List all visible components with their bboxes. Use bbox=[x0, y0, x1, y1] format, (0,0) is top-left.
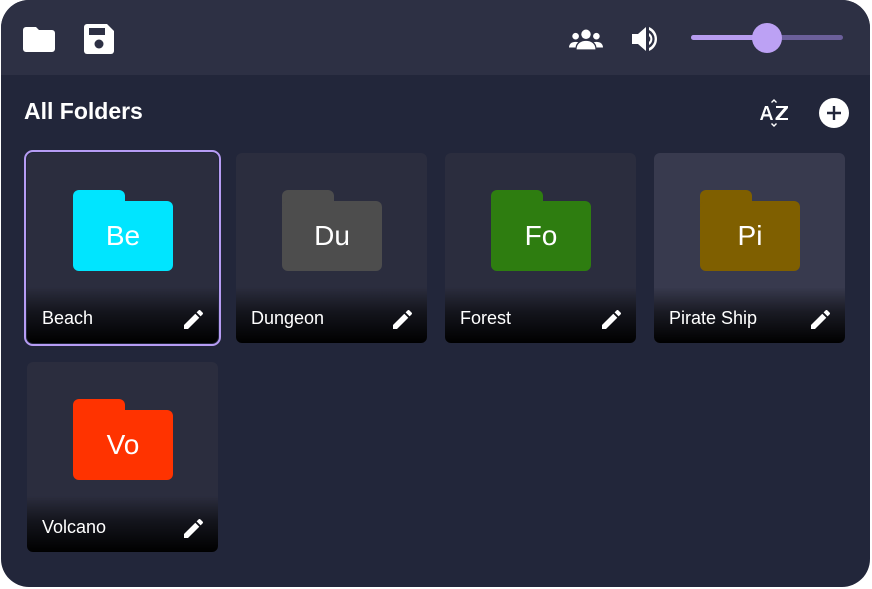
top-toolbar bbox=[1, 0, 870, 75]
save-button[interactable] bbox=[82, 22, 116, 56]
folder-abbreviation: Vo bbox=[73, 410, 173, 480]
volume-icon bbox=[632, 27, 657, 51]
edit-folder-button[interactable] bbox=[182, 308, 204, 330]
folder-icon: Pi bbox=[700, 190, 800, 271]
pencil-icon bbox=[183, 518, 203, 538]
volume-slider[interactable] bbox=[691, 22, 843, 54]
folder-card[interactable]: Pi Pirate Ship bbox=[654, 153, 845, 343]
folder-name: Forest bbox=[460, 308, 512, 328]
pencil-icon bbox=[601, 309, 621, 329]
folder-abbreviation: Be bbox=[73, 201, 173, 271]
save-icon bbox=[84, 24, 114, 54]
folder-name: Beach bbox=[42, 308, 94, 328]
sort-az-icon bbox=[760, 99, 788, 127]
add-circle-icon bbox=[819, 98, 849, 128]
pencil-icon bbox=[810, 309, 830, 329]
volume-button[interactable] bbox=[630, 22, 664, 56]
folder-name: Pirate Ship bbox=[669, 308, 758, 328]
players-button[interactable] bbox=[569, 22, 603, 56]
pencil-icon bbox=[183, 309, 203, 329]
folder-card[interactable]: Be Beach bbox=[24, 150, 221, 346]
add-folder-button[interactable] bbox=[817, 96, 851, 130]
folder-icon bbox=[23, 27, 55, 52]
edit-folder-button[interactable] bbox=[809, 308, 831, 330]
folder-abbreviation: Fo bbox=[491, 201, 591, 271]
pencil-icon bbox=[392, 309, 412, 329]
app-window: All Folders Be Beach Du Dungeon Fo Forest Pi Pi… bbox=[1, 0, 870, 587]
sort-button[interactable] bbox=[757, 96, 791, 130]
folder-icon: Fo bbox=[491, 190, 591, 271]
open-folder-button[interactable] bbox=[22, 22, 56, 56]
folder-name: Dungeon bbox=[251, 308, 325, 328]
folder-card[interactable]: Fo Forest bbox=[445, 153, 636, 343]
folder-icon: Du bbox=[282, 190, 382, 271]
folder-name: Volcano bbox=[42, 517, 107, 537]
section-title: All Folders bbox=[24, 98, 143, 124]
group-icon bbox=[569, 29, 603, 50]
edit-folder-button[interactable] bbox=[182, 517, 204, 539]
folder-card[interactable]: Du Dungeon bbox=[236, 153, 427, 343]
edit-folder-button[interactable] bbox=[391, 308, 413, 330]
folder-icon: Be bbox=[73, 190, 173, 271]
edit-folder-button[interactable] bbox=[600, 308, 622, 330]
volume-slider-thumb[interactable] bbox=[752, 23, 782, 53]
folder-abbreviation: Pi bbox=[700, 201, 800, 271]
folder-card[interactable]: Vo Volcano bbox=[27, 362, 218, 552]
folder-abbreviation: Du bbox=[282, 201, 382, 271]
folder-icon: Vo bbox=[73, 399, 173, 480]
